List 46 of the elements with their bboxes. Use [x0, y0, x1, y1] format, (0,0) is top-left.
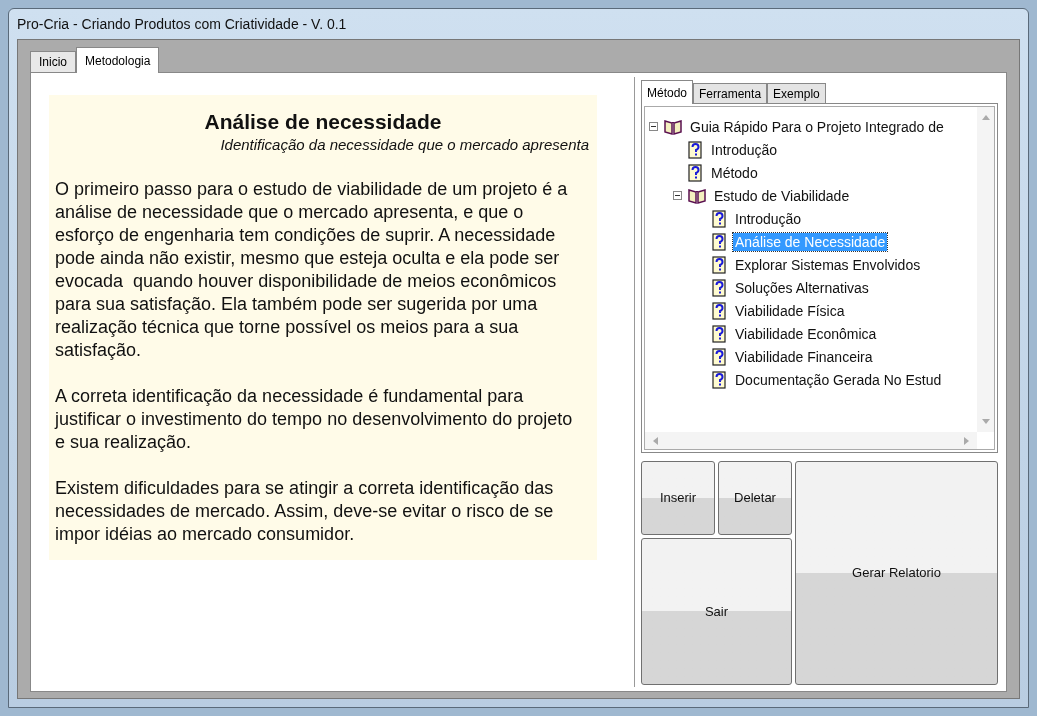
help-page-icon [712, 209, 727, 228]
tree-item[interactable]: Introdução [709, 140, 780, 159]
help-page-icon [712, 347, 727, 366]
article-paragraph: Existem dificuldades para se atingir a correta identificação das necessidades de mercado. Assim, deve-se evitar o risco de se impor idéias ao mercado consumidor. [55, 477, 555, 546]
help-page-icon [712, 278, 727, 297]
scroll-up-icon[interactable] [981, 115, 990, 120]
tree-item[interactable]: Soluções Alternativas [733, 278, 871, 297]
report-button[interactable]: Gerar Relatorio [795, 461, 998, 685]
vertical-scrollbar[interactable] [977, 107, 994, 432]
help-page-icon [688, 140, 703, 159]
book-icon [688, 187, 706, 204]
article-subtitle: Identificação da necessidade que o mercado apresenta [219, 135, 590, 155]
tab[interactable]: Método [641, 80, 694, 104]
article-paragraph: O primeiro passo para o estudo de viabilidade de um projeto é a análise de necessidade que o mercado apresenta, e que o esforço de engenharia tem condições de suprir. A necessidade pode ainda não existir, mesmo que esteja oculta e ela pode ser evocada quando houver disponibilidade de meios econômicos para sua satisfação. Ela também pode ser sugerida por uma realização técnica que torne possível os meios para a sua satisfação. [55, 178, 569, 362]
tree-item[interactable]: Estudo de Viabilidade [712, 186, 852, 205]
tab[interactable]: Inicio [30, 51, 76, 72]
delete-button[interactable]: Deletar [718, 461, 792, 535]
help-page-icon [688, 163, 703, 182]
book-icon [664, 118, 682, 135]
tree-item[interactable]: Guia Rápido Para o Projeto Integrado de [688, 117, 946, 136]
tree-item[interactable]: Viabilidade Física [733, 301, 847, 320]
exit-button[interactable]: Sair [641, 538, 792, 685]
tree-item[interactable]: Viabilidade Econômica [733, 324, 879, 343]
scroll-down-icon[interactable] [981, 419, 990, 424]
window-title: Pro-Cria - Criando Produtos com Criatividade - V. 0.1 [17, 14, 347, 34]
tree-item[interactable]: Viabilidade Financeira [733, 347, 875, 366]
article-paragraph: A correta identificação da necessidade é fundamental para justificar o investimento do tempo no desenvolvimento do projeto e sua realização. [55, 385, 574, 454]
insert-button[interactable]: Inserir [641, 461, 715, 535]
article-title: Análise de necessidade [203, 109, 443, 135]
horizontal-scrollbar[interactable] [645, 432, 977, 449]
tab[interactable]: Metodologia [76, 47, 160, 73]
tree-item[interactable]: Documentação Gerada No Estud [733, 370, 944, 389]
tab[interactable]: Ferramenta [693, 83, 768, 103]
scroll-right-icon[interactable] [964, 436, 969, 445]
scroll-left-icon[interactable] [653, 436, 658, 445]
collapse-icon[interactable] [673, 191, 682, 200]
help-page-icon [712, 232, 727, 251]
help-page-icon [712, 370, 727, 389]
tree-item[interactable]: Introdução [733, 209, 804, 228]
help-page-icon [712, 324, 727, 343]
collapse-icon[interactable] [649, 122, 658, 131]
help-page-icon [712, 301, 727, 320]
help-page-icon [712, 255, 727, 274]
tree-item[interactable]: Explorar Sistemas Envolvidos [733, 255, 923, 274]
tab[interactable]: Exemplo [767, 83, 826, 103]
tree-item[interactable]: Método [709, 163, 760, 182]
